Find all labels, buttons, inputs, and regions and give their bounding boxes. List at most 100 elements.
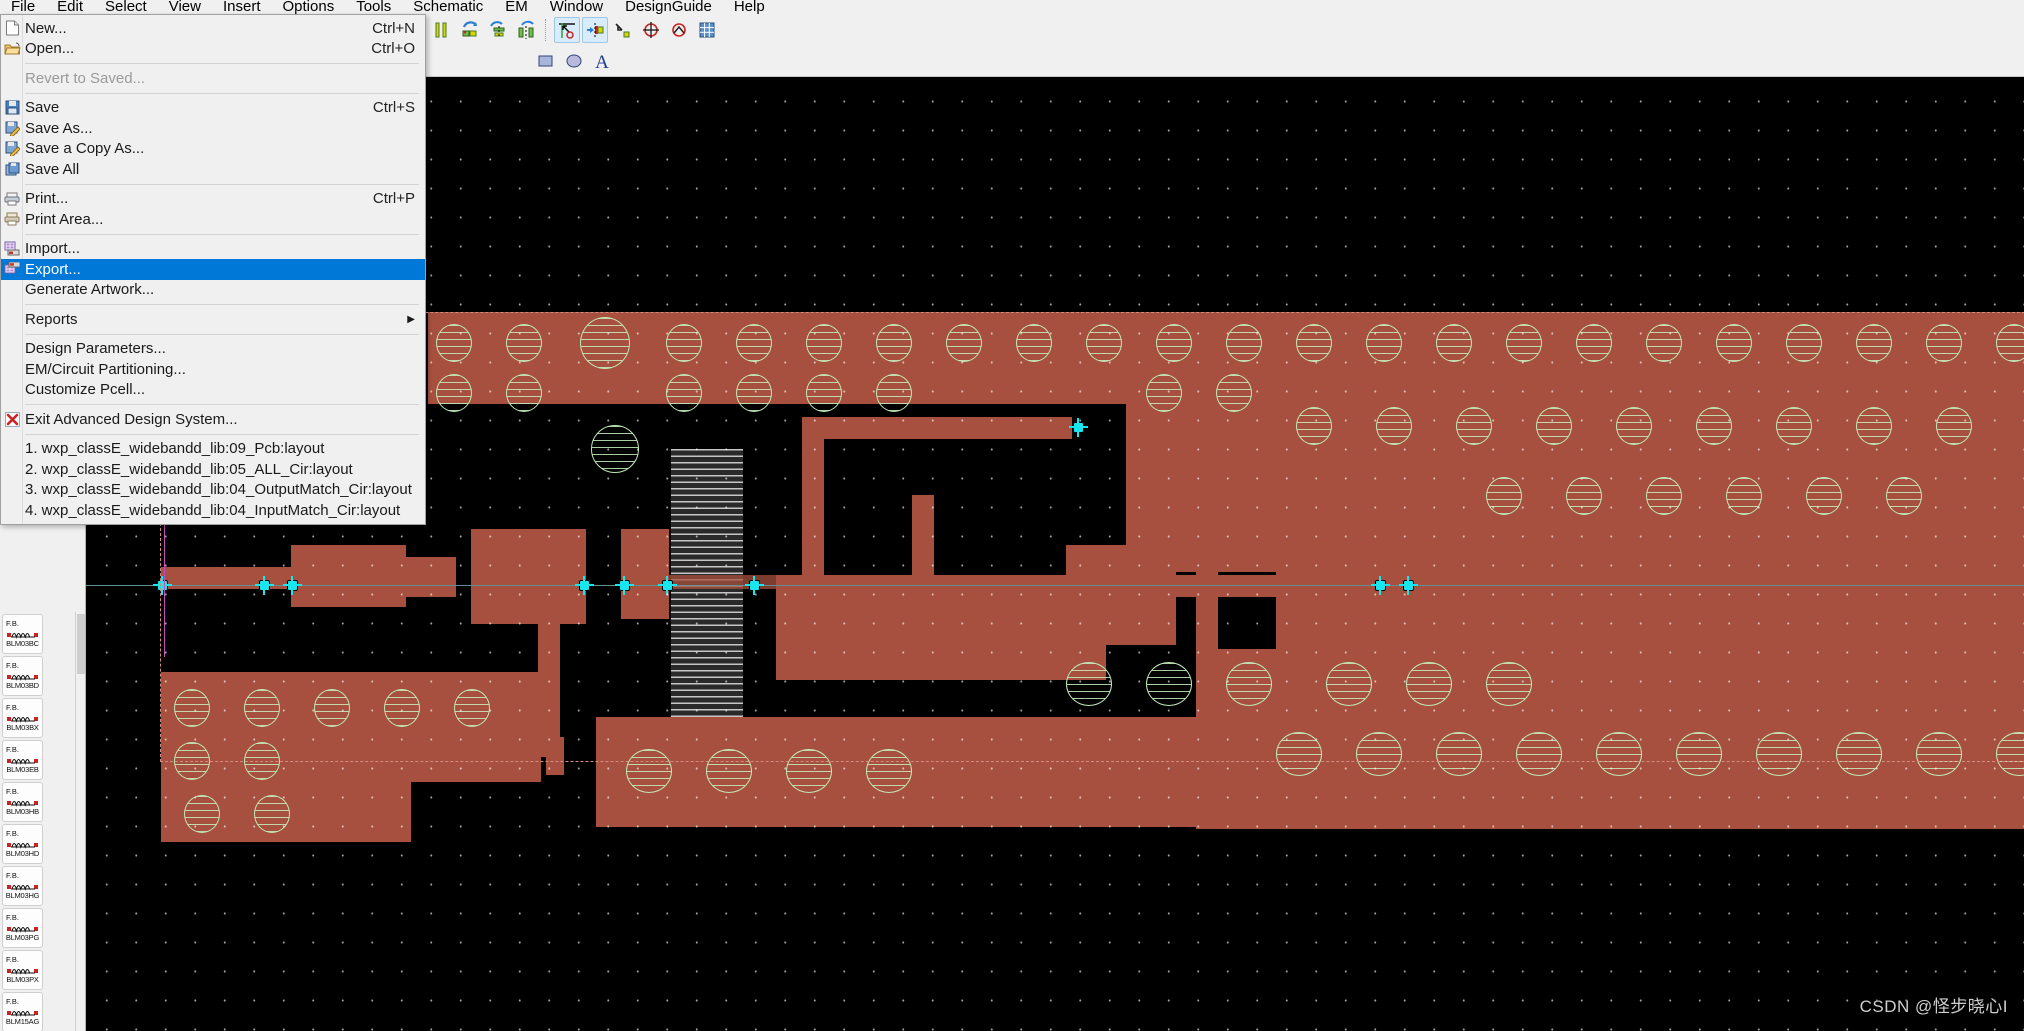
text-icon[interactable]: A	[589, 48, 615, 74]
mirror-icon[interactable]	[513, 17, 539, 43]
palette-item-part: BLM03EB	[6, 765, 39, 774]
menu-em[interactable]: EM	[494, 0, 539, 14]
menu-item-customize-pcell[interactable]: Customize Pcell...	[1, 380, 425, 401]
recent-file-label: 1. wxp_classE_widebandd_lib:09_Pcb:layou…	[25, 440, 325, 458]
palette-grid: F.B. BLM03BC F.B. BLM03BD F.B. BLM03BX F…	[0, 612, 85, 1031]
print-area-icon	[2, 210, 22, 228]
palette-scrollbar-thumb[interactable]	[77, 614, 85, 674]
menu-item-save[interactable]: Save Ctrl+S	[1, 98, 425, 119]
menu-insert[interactable]: Insert	[212, 0, 272, 14]
menu-options[interactable]: Options	[272, 0, 346, 14]
menu-separator	[25, 333, 419, 335]
menu-designguide[interactable]: DesignGuide	[614, 0, 723, 14]
snap-pin-icon[interactable]	[582, 16, 608, 43]
new-document-icon	[2, 19, 22, 37]
menu-item-em-circuit-partitioning[interactable]: EM/Circuit Partitioning...	[1, 359, 425, 380]
snap-midpoint-icon[interactable]	[666, 17, 692, 43]
menu-item-design-parameters[interactable]: Design Parameters...	[1, 339, 425, 360]
ferrite-bead-icon	[6, 796, 39, 807]
menu-item-accel: Ctrl+O	[371, 40, 415, 58]
palette-item[interactable]: F.B. BLM03PG	[2, 908, 43, 948]
palette-item[interactable]: F.B. BLM03HG	[2, 866, 43, 906]
snap-vertex-icon[interactable]	[610, 17, 636, 43]
component-palette[interactable]: F.B. BLM03BC F.B. BLM03BD F.B. BLM03BX F…	[0, 612, 86, 1031]
palette-item-part: BLM03BC	[6, 639, 39, 648]
palette-item[interactable]: F.B. BLM03BC	[2, 614, 43, 654]
palette-item[interactable]: F.B. BLM03HD	[2, 824, 43, 864]
palette-item[interactable]: F.B. BLM03BD	[2, 656, 43, 696]
palette-scrollbar[interactable]	[75, 612, 85, 1031]
palette-item-family: F.B.	[6, 619, 19, 628]
menu-separator	[25, 92, 419, 94]
menu-item-print[interactable]: Print... Ctrl+P	[1, 189, 425, 210]
menu-edit[interactable]: Edit	[46, 0, 94, 14]
circle-icon[interactable]	[561, 48, 587, 74]
menu-schematic[interactable]: Schematic	[402, 0, 494, 14]
menu-item-export[interactable]: Export...	[1, 259, 425, 280]
palette-item[interactable]: F.B. BLM15AG	[2, 992, 43, 1031]
menu-item-label: Export...	[25, 260, 81, 278]
open-folder-icon	[2, 40, 22, 58]
recent-file-3[interactable]: 3. wxp_classE_widebandd_lib:04_OutputMat…	[1, 480, 425, 501]
menu-item-save-as[interactable]: Save As...	[1, 118, 425, 139]
menu-item-label: Import...	[25, 240, 81, 258]
menu-item-exit[interactable]: Exit Advanced Design System...	[1, 409, 425, 430]
menu-item-label: Save All	[25, 160, 80, 178]
menu-separator	[25, 304, 419, 305]
via	[254, 795, 290, 833]
ferrite-bead-icon	[6, 922, 39, 933]
palette-item[interactable]: F.B. BLM03EB	[2, 740, 43, 780]
recent-file-2[interactable]: 2. wxp_classE_widebandd_lib:05_ALL_Cir:l…	[1, 459, 425, 480]
snap-origin-icon[interactable]	[554, 16, 580, 43]
menu-item-generate-artwork[interactable]: Generate Artwork...	[1, 280, 425, 301]
save-copy-icon	[2, 140, 22, 158]
palette-item-family: F.B.	[6, 829, 19, 838]
palette-item-family: F.B.	[6, 955, 19, 964]
menu-select[interactable]: Select	[94, 0, 158, 14]
ferrite-bead-icon	[6, 712, 39, 723]
palette-item[interactable]: F.B. BLM03PX	[2, 950, 43, 990]
menu-item-import[interactable]: Import...	[1, 239, 425, 260]
menu-separator	[25, 433, 419, 435]
menu-item-new[interactable]: New... Ctrl+N	[1, 18, 425, 39]
snap-intersection-icon[interactable]	[638, 17, 664, 43]
menu-help[interactable]: Help	[723, 0, 776, 14]
save-disk-icon	[2, 99, 22, 117]
menu-item-print-area[interactable]: Print Area...	[1, 209, 425, 230]
recent-file-1[interactable]: 1. wxp_classE_widebandd_lib:09_Pcb:layou…	[1, 439, 425, 460]
menu-item-save-all[interactable]: Save All	[1, 159, 425, 180]
menu-view[interactable]: View	[158, 0, 212, 14]
menu-file[interactable]: File	[0, 0, 47, 14]
menu-item-label: Save a Copy As...	[25, 140, 145, 158]
recent-file-4[interactable]: 4. wxp_classE_widebandd_lib:04_InputMatc…	[1, 500, 425, 521]
file-menu-popup[interactable]: New... Ctrl+N Open... Ctrl+O Revert to S…	[0, 14, 426, 525]
save-as-icon	[2, 119, 22, 137]
exit-x-icon	[2, 410, 22, 428]
save-all-icon	[2, 160, 22, 178]
menu-item-reports[interactable]: Reports ▶	[1, 309, 425, 330]
palette-item-family: F.B.	[6, 913, 19, 922]
palette-item-family: F.B.	[6, 997, 19, 1006]
menu-tools[interactable]: Tools	[345, 0, 402, 14]
menu-item-open[interactable]: Open... Ctrl+O	[1, 39, 425, 60]
snap-grid-icon[interactable]	[694, 17, 720, 43]
align-vertical-icon[interactable]	[429, 17, 455, 43]
menu-item-label: New...	[25, 19, 67, 37]
menu-separator	[25, 63, 419, 64]
printer-icon	[2, 190, 22, 208]
ferrite-bead-icon	[6, 964, 39, 975]
menu-window[interactable]: Window	[539, 0, 614, 14]
palette-item[interactable]: F.B. BLM03BX	[2, 698, 43, 738]
palette-item[interactable]: F.B. BLM03HB	[2, 782, 43, 822]
menu-separator	[25, 404, 419, 405]
rectangle-icon[interactable]	[533, 48, 559, 74]
menu-item-label: Reports	[25, 310, 78, 328]
ferrite-bead-icon	[6, 628, 39, 639]
palette-item-part: BLM03HD	[5, 849, 40, 858]
rotate-right-icon[interactable]	[457, 17, 483, 43]
palette-item-part: BLM03HG	[5, 891, 40, 900]
flip-vertical-icon[interactable]	[485, 17, 511, 43]
ferrite-bead-icon	[6, 880, 39, 891]
palette-item-family: F.B.	[6, 871, 19, 880]
menu-item-save-a-copy-as[interactable]: Save a Copy As...	[1, 139, 425, 160]
